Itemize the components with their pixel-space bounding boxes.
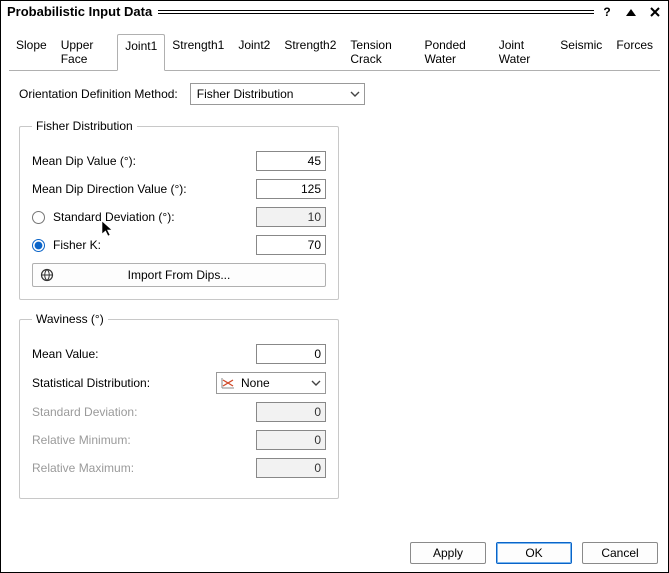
waviness-relmax-row: Relative Maximum: — [32, 458, 326, 478]
apply-label: Apply — [433, 546, 463, 560]
waviness-relmax-input — [256, 458, 326, 478]
waviness-relmin-row: Relative Minimum: — [32, 430, 326, 450]
mean-dip-label: Mean Dip Value (°): — [32, 154, 136, 168]
waviness-relmax-label: Relative Maximum: — [32, 461, 134, 475]
tab-strength1[interactable]: Strength1 — [165, 34, 231, 71]
tab-joint2[interactable]: Joint2 — [231, 34, 277, 71]
mean-dip-dir-row: Mean Dip Direction Value (°): — [32, 179, 326, 199]
dialog-footer: Apply OK Cancel — [410, 542, 658, 564]
waviness-std-input — [256, 402, 326, 422]
import-button-label: Import From Dips... — [61, 268, 325, 282]
waviness-group: Waviness (°) Mean Value: Statistical Dis… — [19, 312, 339, 499]
help-icon[interactable]: ? — [600, 5, 614, 19]
waviness-dist-row: Statistical Distribution: None — [32, 372, 326, 394]
globe-icon — [33, 268, 61, 282]
std-dev-input — [256, 207, 326, 227]
apply-button[interactable]: Apply — [410, 542, 486, 564]
waviness-relmin-label: Relative Minimum: — [32, 433, 131, 447]
fisher-distribution-group: Fisher Distribution Mean Dip Value (°): … — [19, 119, 339, 300]
waviness-mean-label: Mean Value: — [32, 347, 99, 361]
import-from-dips-button[interactable]: Import From Dips... — [32, 263, 326, 287]
fisher-legend: Fisher Distribution — [32, 119, 137, 133]
std-dev-radio[interactable] — [32, 211, 45, 224]
title-controls: ? — [600, 5, 662, 19]
ok-label: OK — [525, 546, 542, 560]
std-dev-label: Standard Deviation (°): — [53, 210, 175, 224]
tab-strip: SlopeUpper FaceJoint1Strength1Joint2Stre… — [9, 33, 660, 71]
orientation-method-value: Fisher Distribution — [191, 87, 346, 101]
chevron-down-icon — [346, 91, 364, 97]
waviness-relmin-input — [256, 430, 326, 450]
orientation-method-label: Orientation Definition Method: — [19, 87, 178, 101]
orientation-method-row: Orientation Definition Method: Fisher Di… — [19, 83, 658, 105]
waviness-legend: Waviness (°) — [32, 312, 108, 326]
title-rule — [158, 7, 594, 17]
waviness-mean-row: Mean Value: — [32, 344, 326, 364]
orientation-method-dropdown[interactable]: Fisher Distribution — [190, 83, 365, 105]
cancel-button[interactable]: Cancel — [582, 542, 658, 564]
waviness-dist-value: None — [235, 376, 307, 390]
fisher-k-input[interactable] — [256, 235, 326, 255]
maximize-icon[interactable] — [624, 5, 638, 19]
fisher-k-label: Fisher K: — [53, 238, 101, 252]
mean-dip-row: Mean Dip Value (°): — [32, 151, 326, 171]
waviness-std-row: Standard Deviation: — [32, 402, 326, 422]
ok-button[interactable]: OK — [496, 542, 572, 564]
tab-ponded-water[interactable]: Ponded Water — [417, 34, 491, 71]
tab-joint1[interactable]: Joint1 — [117, 34, 165, 71]
waviness-dist-label: Statistical Distribution: — [32, 376, 150, 390]
title-bar: Probabilistic Input Data ? — [1, 1, 668, 19]
tab-joint-water[interactable]: Joint Water — [492, 34, 554, 71]
fisher-k-row: Fisher K: — [32, 235, 326, 255]
tab-forces[interactable]: Forces — [609, 34, 660, 71]
close-icon[interactable] — [648, 5, 662, 19]
mean-dip-dir-label: Mean Dip Direction Value (°): — [32, 182, 187, 196]
dialog-title: Probabilistic Input Data — [7, 4, 152, 19]
tab-seismic[interactable]: Seismic — [553, 34, 609, 71]
dialog-window: Probabilistic Input Data ? SlopeUpper Fa… — [0, 0, 669, 573]
tab-content: Orientation Definition Method: Fisher Di… — [1, 71, 668, 499]
waviness-std-label: Standard Deviation: — [32, 405, 137, 419]
waviness-mean-input[interactable] — [256, 344, 326, 364]
std-dev-row: Standard Deviation (°): — [32, 207, 326, 227]
waviness-dist-dropdown[interactable]: None — [216, 372, 326, 394]
tab-strength2[interactable]: Strength2 — [277, 34, 343, 71]
mean-dip-dir-input[interactable] — [256, 179, 326, 199]
none-distribution-icon — [217, 377, 235, 389]
fisher-k-radio[interactable] — [32, 239, 45, 252]
tab-tension-crack[interactable]: Tension Crack — [343, 34, 417, 71]
tab-slope[interactable]: Slope — [9, 34, 54, 71]
tab-upper-face[interactable]: Upper Face — [54, 34, 118, 71]
cancel-label: Cancel — [601, 546, 638, 560]
chevron-down-icon — [307, 380, 325, 386]
mean-dip-input[interactable] — [256, 151, 326, 171]
